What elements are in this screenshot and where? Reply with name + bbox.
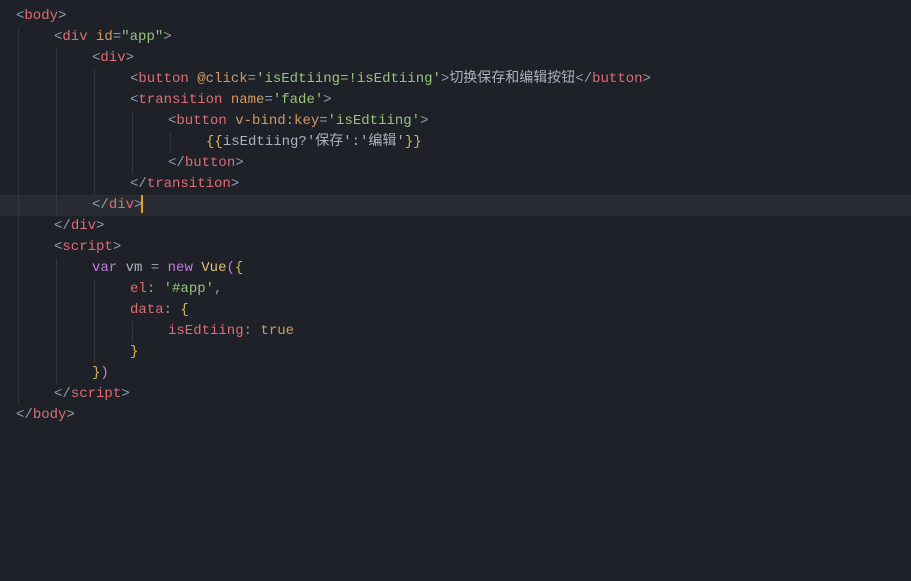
token-punct: </ [168, 155, 185, 171]
code-line[interactable]: isEdtiing: true [0, 321, 911, 342]
code-line[interactable]: </transition> [0, 174, 911, 195]
token-tag: div [109, 197, 134, 213]
token-punct: , [214, 281, 222, 297]
token-tag: body [24, 8, 58, 24]
token-tag: script [71, 386, 121, 402]
token-punct: </ [16, 407, 33, 423]
token-punct: > [163, 29, 171, 45]
token-punct: > [66, 407, 74, 423]
token-attr: @click [197, 71, 247, 87]
token-brace: }} [405, 134, 422, 150]
code-line[interactable]: </div> [0, 216, 911, 237]
token-tag: button [592, 71, 642, 87]
code-line[interactable]: </div> [0, 195, 911, 216]
token-tag: button [176, 113, 226, 129]
token-bool: true [260, 323, 294, 339]
token-tag: div [100, 50, 125, 66]
token-str: "app" [121, 29, 163, 45]
token-str: 'fade' [273, 92, 323, 108]
code-line[interactable]: el: '#app', [0, 279, 911, 300]
token-punct: > [643, 71, 651, 87]
code-line[interactable]: var vm = new Vue({ [0, 258, 911, 279]
code-line[interactable]: <script> [0, 237, 911, 258]
token-prop: el [130, 281, 147, 297]
token-text [88, 29, 96, 45]
token-tag: button [185, 155, 235, 171]
token-text: 切换保存和编辑按钮 [449, 71, 575, 87]
token-text [189, 71, 197, 87]
code-line[interactable]: <div> [0, 48, 911, 69]
code-line[interactable]: data: { [0, 300, 911, 321]
token-punct: > [58, 8, 66, 24]
text-cursor [141, 195, 143, 213]
code-line[interactable]: }) [0, 363, 911, 384]
token-tag: div [71, 218, 96, 234]
token-tag: script [62, 239, 112, 255]
token-punct: </ [92, 197, 109, 213]
code-editor[interactable]: <body> <div id="app"> <div> <button @cli… [0, 0, 911, 426]
token-tag: body [33, 407, 67, 423]
token-tag: button [138, 71, 188, 87]
token-attr: v-bind:key [235, 113, 319, 129]
token-brace: {{ [206, 134, 223, 150]
token-punct: </ [130, 176, 147, 192]
token-eq: = [264, 92, 272, 108]
token-paren: ( [227, 260, 235, 276]
token-punct: </ [54, 218, 71, 234]
token-attr: id [96, 29, 113, 45]
token-punct: : [244, 323, 261, 339]
token-punct: > [231, 176, 239, 192]
token-attr: name [231, 92, 265, 108]
token-eq: = [248, 71, 256, 87]
token-eq: = [319, 113, 327, 129]
token-punct: > [323, 92, 331, 108]
token-prop: data [130, 302, 164, 318]
token-punct: > [420, 113, 428, 129]
token-tag: div [62, 29, 87, 45]
token-tag: transition [138, 92, 222, 108]
token-text [142, 260, 150, 276]
token-punct: </ [54, 386, 71, 402]
token-tag: transition [147, 176, 231, 192]
code-line[interactable]: } [0, 342, 911, 363]
token-kw2: new [168, 260, 193, 276]
code-line[interactable]: <body> [0, 6, 911, 27]
token-punct: > [126, 50, 134, 66]
token-punct: > [113, 239, 121, 255]
token-text [117, 260, 125, 276]
code-line[interactable]: <button @click='isEdtiing=!isEdtiing'>切换… [0, 69, 911, 90]
token-punct: > [121, 386, 129, 402]
token-prop: isEdtiing [168, 323, 244, 339]
token-text [222, 92, 230, 108]
code-line[interactable]: <div id="app"> [0, 27, 911, 48]
code-line[interactable]: </script> [0, 384, 911, 405]
code-line[interactable]: <transition name='fade'> [0, 90, 911, 111]
token-kw: var [92, 260, 117, 276]
code-line[interactable]: {{isEdtiing?'保存':'编辑'}} [0, 132, 911, 153]
token-class: Vue [201, 260, 226, 276]
code-line[interactable]: </button> [0, 153, 911, 174]
token-brace: { [180, 302, 188, 318]
token-str: '#app' [164, 281, 214, 297]
token-text [159, 260, 167, 276]
code-line[interactable]: </body> [0, 405, 911, 426]
token-text: isEdtiing?'保存':'编辑' [223, 134, 405, 150]
token-paren: ) [100, 365, 108, 381]
token-punct: : [147, 281, 164, 297]
token-str: 'isEdtiing=!isEdtiing' [256, 71, 441, 87]
token-ident2: vm [126, 260, 143, 276]
token-punct: </ [575, 71, 592, 87]
token-punct: > [235, 155, 243, 171]
code-line[interactable]: <button v-bind:key='isEdtiing'> [0, 111, 911, 132]
token-brace: { [235, 260, 243, 276]
token-punct: : [164, 302, 181, 318]
token-punct: = [151, 260, 159, 276]
token-text [227, 113, 235, 129]
token-eq: = [113, 29, 121, 45]
token-brace: } [130, 344, 138, 360]
token-punct: > [96, 218, 104, 234]
token-str: 'isEdtiing' [328, 113, 420, 129]
